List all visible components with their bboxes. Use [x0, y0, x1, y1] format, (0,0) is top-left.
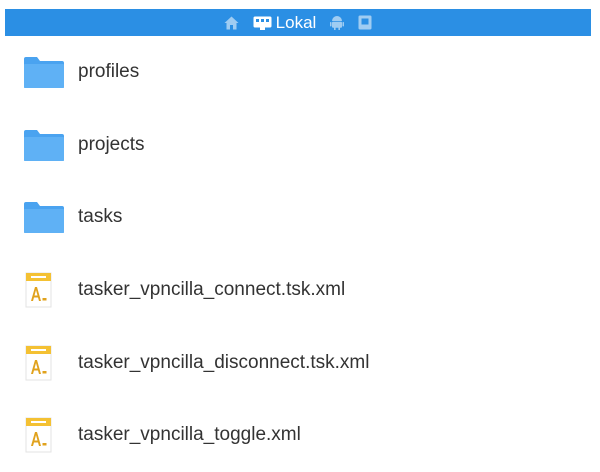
sd-card-button[interactable]	[358, 9, 372, 36]
folder-icon	[23, 127, 65, 163]
sd-card-icon	[358, 15, 372, 30]
list-item[interactable]: tasker_vpncilla_disconnect.tsk.xml	[5, 326, 591, 399]
android-storage-button[interactable]	[330, 9, 345, 36]
txt-file-icon	[23, 345, 65, 381]
list-item[interactable]: tasker_vpncilla_connect.tsk.xml	[5, 254, 591, 327]
file-name: tasks	[78, 206, 123, 228]
home-icon	[224, 16, 239, 29]
local-storage-button[interactable]: Lokal	[253, 9, 317, 36]
file-name: profiles	[78, 61, 140, 83]
android-icon	[330, 16, 345, 30]
file-name: tasker_vpncilla_connect.tsk.xml	[78, 279, 346, 301]
list-item[interactable]: projects	[5, 109, 591, 182]
txt-file-icon	[23, 417, 65, 453]
location-toolbar: Lokal	[5, 9, 591, 36]
list-item[interactable]: tasks	[5, 181, 591, 254]
file-name: projects	[78, 133, 145, 155]
list-item[interactable]: tasker_vpncilla_toggle.xml	[5, 399, 591, 472]
location-label: Lokal	[275, 12, 317, 32]
folder-icon	[23, 54, 65, 90]
file-name: tasker_vpncilla_disconnect.tsk.xml	[78, 351, 370, 373]
folder-icon	[23, 199, 65, 235]
home-button[interactable]	[224, 9, 239, 36]
txt-file-icon	[23, 272, 65, 308]
file-manager-window: Lokal profiles projects tasks tasker_vpn…	[0, 0, 600, 472]
file-list: profiles projects tasks tasker_vpncilla_…	[5, 36, 591, 472]
local-storage-icon	[253, 16, 272, 30]
file-name: tasker_vpncilla_toggle.xml	[78, 424, 301, 446]
list-item[interactable]: profiles	[5, 36, 591, 109]
